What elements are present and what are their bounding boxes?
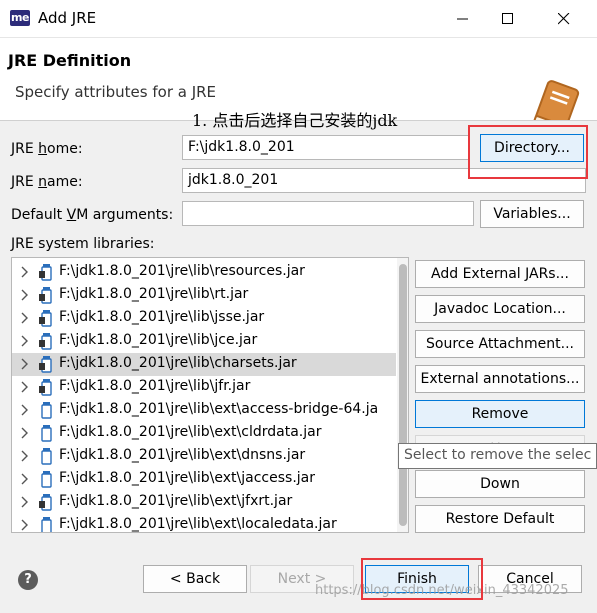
help-icon[interactable]: ?: [18, 570, 38, 590]
expand-arrow-icon[interactable]: [20, 519, 30, 531]
expand-arrow-icon[interactable]: [20, 335, 30, 347]
library-path: F:\jdk1.8.0_201\jre\lib\rt.jar: [59, 286, 249, 302]
maximize-icon: [502, 13, 513, 24]
jre-name-input[interactable]: jdk1.8.0_201: [182, 168, 586, 193]
library-path: F:\jdk1.8.0_201\jre\lib\jsse.jar: [59, 309, 265, 325]
jar-icon: [41, 448, 52, 465]
add-external-jars-button[interactable]: Add External JARs...: [415, 260, 585, 288]
jre-home-label: JRE home:: [11, 141, 83, 157]
jar-icon: [41, 425, 52, 442]
window-title: Add JRE: [38, 9, 97, 27]
variables-button[interactable]: Variables...: [480, 200, 584, 228]
library-row[interactable]: F:\jdk1.8.0_201\jre\lib\rt.jar: [12, 284, 396, 307]
watermark-text: https://blog.csdn.net/weixin_43342025: [315, 583, 569, 598]
library-path: F:\jdk1.8.0_201\jre\lib\jce.jar: [59, 332, 258, 348]
library-path: F:\jdk1.8.0_201\jre\lib\ext\cldrdata.jar: [59, 424, 322, 440]
library-row[interactable]: F:\jdk1.8.0_201\jre\lib\ext\cldrdata.jar: [12, 422, 396, 445]
library-row[interactable]: F:\jdk1.8.0_201\jre\lib\jce.jar: [12, 330, 396, 353]
restore-default-button[interactable]: Restore Default: [415, 505, 585, 533]
library-row[interactable]: F:\jdk1.8.0_201\jre\lib\ext\localedata.j…: [12, 514, 396, 532]
expand-arrow-icon[interactable]: [20, 496, 30, 508]
library-row-selected[interactable]: F:\jdk1.8.0_201\jre\lib\charsets.jar: [12, 353, 396, 376]
javadoc-location-button[interactable]: Javadoc Location...: [415, 295, 585, 323]
vm-arguments-input[interactable]: [182, 201, 474, 226]
expand-arrow-icon[interactable]: [20, 381, 30, 393]
jar-icon: [41, 517, 52, 532]
vm-arguments-label: Default VM arguments:: [11, 207, 174, 223]
annotation-note: 1. 点击后选择自己安装的jdk: [192, 111, 398, 130]
expand-arrow-icon[interactable]: [20, 473, 30, 485]
minimize-icon: [457, 18, 468, 20]
library-row[interactable]: F:\jdk1.8.0_201\jre\lib\jfr.jar: [12, 376, 396, 399]
expand-arrow-icon[interactable]: [20, 312, 30, 324]
down-button[interactable]: Down: [415, 470, 585, 498]
back-button[interactable]: < Back: [143, 565, 247, 593]
jar-icon: [39, 356, 52, 373]
library-path: F:\jdk1.8.0_201\jre\lib\ext\dnsns.jar: [59, 447, 306, 463]
library-path: F:\jdk1.8.0_201\jre\lib\ext\jfxrt.jar: [59, 493, 293, 509]
jre-name-label: JRE name:: [11, 174, 83, 190]
library-path: F:\jdk1.8.0_201\jre\lib\ext\access-bridg…: [59, 401, 379, 417]
library-row[interactable]: F:\jdk1.8.0_201\jre\lib\resources.jar: [12, 261, 396, 284]
expand-arrow-icon[interactable]: [20, 289, 30, 301]
page-title: JRE Definition: [8, 51, 132, 70]
library-row[interactable]: F:\jdk1.8.0_201\jre\lib\jsse.jar: [12, 307, 396, 330]
source-attachment-button[interactable]: Source Attachment...: [415, 330, 585, 358]
jar-icon: [39, 310, 52, 327]
library-path: F:\jdk1.8.0_201\jre\lib\ext\jaccess.jar: [59, 470, 315, 486]
libraries-label: JRE system libraries:: [11, 236, 155, 252]
jar-icon: [39, 264, 52, 281]
page-subtitle: Specify attributes for a JRE: [15, 83, 217, 101]
library-path: F:\jdk1.8.0_201\jre\lib\jfr.jar: [59, 378, 251, 394]
expand-arrow-icon[interactable]: [20, 358, 30, 370]
external-annotations-button[interactable]: External annotations...: [415, 365, 585, 393]
library-row[interactable]: F:\jdk1.8.0_201\jre\lib\ext\access-bridg…: [12, 399, 396, 422]
eclipse-app-icon: me: [10, 10, 30, 26]
library-path: F:\jdk1.8.0_201\jre\lib\ext\localedata.j…: [59, 516, 337, 532]
jar-icon: [39, 333, 52, 350]
minimize-button[interactable]: [440, 0, 486, 38]
jar-icon: [39, 494, 52, 511]
title-bar: me Add JRE: [0, 0, 597, 38]
expand-arrow-icon[interactable]: [20, 266, 30, 278]
maximize-button[interactable]: [485, 0, 531, 38]
library-path: F:\jdk1.8.0_201\jre\lib\charsets.jar: [59, 355, 297, 371]
jar-icon: [39, 379, 52, 396]
remove-tooltip: Select to remove the selec: [398, 443, 597, 469]
remove-button[interactable]: Remove: [415, 400, 585, 428]
library-row[interactable]: F:\jdk1.8.0_201\jre\lib\ext\jaccess.jar: [12, 468, 396, 491]
library-scrollbar-thumb[interactable]: [399, 264, 407, 526]
library-path: F:\jdk1.8.0_201\jre\lib\resources.jar: [59, 263, 305, 279]
expand-arrow-icon[interactable]: [20, 427, 30, 439]
library-list[interactable]: F:\jdk1.8.0_201\jre\lib\resources.jar F:…: [11, 257, 409, 533]
jar-icon: [41, 471, 52, 488]
close-icon: [558, 13, 570, 25]
expand-arrow-icon[interactable]: [20, 450, 30, 462]
library-row[interactable]: F:\jdk1.8.0_201\jre\lib\ext\jfxrt.jar: [12, 491, 396, 514]
jar-icon: [39, 287, 52, 304]
library-row[interactable]: F:\jdk1.8.0_201\jre\lib\ext\dnsns.jar: [12, 445, 396, 468]
jar-icon: [41, 402, 52, 419]
close-button[interactable]: [541, 0, 587, 38]
expand-arrow-icon[interactable]: [20, 404, 30, 416]
jre-home-input[interactable]: F:\jdk1.8.0_201: [182, 135, 470, 160]
directory-button[interactable]: Directory...: [480, 134, 584, 162]
